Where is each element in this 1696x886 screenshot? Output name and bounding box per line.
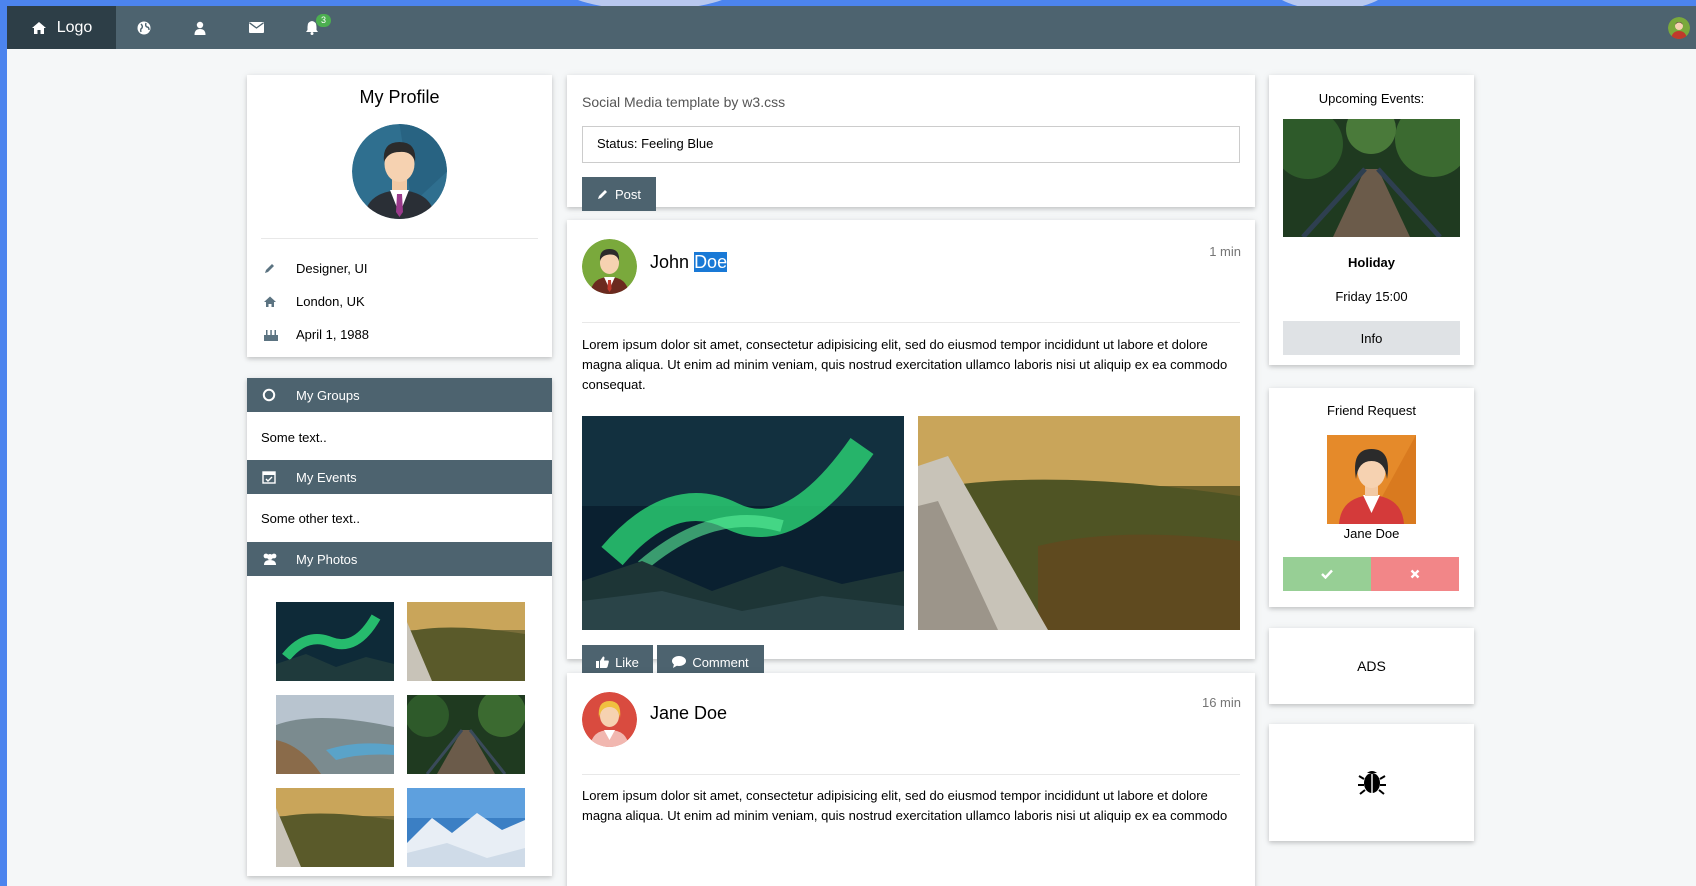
notifications-button[interactable]: 3 <box>284 6 340 49</box>
envelope-icon <box>248 22 264 33</box>
home-icon <box>264 296 276 307</box>
user-icon <box>194 21 206 35</box>
photo-thumbnail-mountain-valley-2[interactable] <box>276 788 394 867</box>
home-icon <box>31 21 46 34</box>
users-icon <box>263 553 277 565</box>
post-image-aurora[interactable] <box>582 416 904 630</box>
circle-notch-icon <box>262 388 276 402</box>
friend-request-name: Jane Doe <box>1343 526 1400 541</box>
post-image-mountains[interactable] <box>918 416 1240 630</box>
page: Logo 3 My Profile Designer, UI London, U… <box>7 6 1696 886</box>
account-avatar[interactable] <box>1668 17 1690 39</box>
pencil-icon <box>597 190 607 199</box>
comment-icon <box>672 656 687 668</box>
profile-location-row: London, UK <box>247 285 552 318</box>
post-text: Lorem ipsum dolor sit amet, consectetur … <box>582 788 1228 823</box>
post-author-name: Jane Doe <box>650 703 728 723</box>
profile-divider <box>261 238 538 239</box>
event-name: Holiday <box>1348 255 1395 270</box>
photo-thumbnail-mountain-valley[interactable] <box>407 602 525 681</box>
pencil-icon <box>265 263 274 273</box>
post-author-first: John <box>650 252 690 272</box>
my-groups-text: Some text.. <box>261 430 327 445</box>
post-button[interactable]: Post <box>582 177 656 211</box>
post-card: John Doe 1 min Lorem ipsum dolor sit ame… <box>567 220 1255 679</box>
event-image <box>1283 119 1460 237</box>
comment-button-label: Comment <box>692 654 749 670</box>
photo-thumbnail-fjord[interactable] <box>276 695 394 774</box>
account-link[interactable] <box>172 6 228 49</box>
messages-link[interactable] <box>228 6 284 49</box>
ads-label: ADS <box>1357 658 1386 674</box>
profile-birthday-row: April 1, 1988 <box>247 318 552 351</box>
news-link[interactable] <box>116 6 172 49</box>
globe-icon <box>137 21 151 34</box>
post-time: 1 min <box>1209 244 1241 259</box>
profile-job-row: Designer, UI <box>247 252 552 285</box>
post-divider <box>582 774 1240 775</box>
profile-job: Designer, UI <box>296 261 368 276</box>
event-info-button[interactable]: Info <box>1283 321 1460 355</box>
my-groups-label: My Groups <box>296 387 360 403</box>
notification-badge: 3 <box>316 14 332 27</box>
birthday-cake-icon <box>264 330 278 341</box>
accordion-card: My Groups Some text.. My Events Some oth… <box>247 378 552 876</box>
profile-location: London, UK <box>296 294 365 309</box>
check-icon <box>1321 569 1333 579</box>
bug-icon <box>1358 771 1386 795</box>
post-author-last-selected: Doe <box>694 252 728 272</box>
logo-link[interactable]: Logo <box>7 6 116 49</box>
profile-avatar <box>352 124 447 219</box>
post-button-label: Post <box>614 186 641 202</box>
accept-request-button[interactable] <box>1283 557 1371 591</box>
my-events-label: My Events <box>296 469 357 485</box>
profile-title: My Profile <box>359 87 440 107</box>
my-events-button[interactable]: My Events <box>247 460 552 494</box>
profile-card: My Profile Designer, UI London, UK April… <box>247 75 552 357</box>
top-navbar: Logo 3 <box>7 6 1696 49</box>
post-author-avatar <box>582 239 637 294</box>
ads-card: ADS <box>1269 628 1474 704</box>
photo-thumbnail-snowy-mountains[interactable] <box>407 788 525 867</box>
logo-label: Logo <box>56 18 93 36</box>
close-icon <box>1410 569 1420 579</box>
decline-request-button[interactable] <box>1371 557 1459 591</box>
my-photos-button[interactable]: My Photos <box>247 542 552 576</box>
post-author-name: John Doe <box>650 252 728 273</box>
profile-birthday: April 1, 1988 <box>296 327 369 342</box>
event-time: Friday 15:00 <box>1335 289 1408 304</box>
upcoming-events-card: Upcoming Events: Holiday Friday 15:00 In… <box>1269 75 1474 365</box>
friend-request-card: Friend Request Jane Doe <box>1269 388 1474 607</box>
post-time: 16 min <box>1201 695 1241 710</box>
my-groups-button[interactable]: My Groups <box>247 378 552 412</box>
thumbs-up-icon <box>596 656 609 668</box>
photo-thumbnail-forest-bridge[interactable] <box>407 695 525 774</box>
my-events-text: Some other text.. <box>261 511 360 526</box>
post-card: Jane Doe 16 min Lorem ipsum dolor sit am… <box>567 673 1255 886</box>
photo-thumbnail-aurora[interactable] <box>276 602 394 681</box>
like-button-label: Like <box>615 654 639 670</box>
composer-heading: Social Media template by w3.css <box>582 94 786 110</box>
composer-card: Social Media template by w3.css Status: … <box>567 75 1255 211</box>
post-divider <box>582 322 1240 323</box>
upcoming-events-title: Upcoming Events: <box>1318 91 1425 106</box>
post-text: Lorem ipsum dolor sit amet, consectetur … <box>582 337 1228 392</box>
friend-request-avatar <box>1327 435 1416 524</box>
bug-card <box>1269 724 1474 841</box>
calendar-check-icon <box>262 471 276 484</box>
friend-request-title: Friend Request <box>1327 403 1416 418</box>
my-photos-label: My Photos <box>296 551 358 567</box>
post-author-avatar <box>582 692 637 747</box>
status-input[interactable]: Status: Feeling Blue <box>582 126 1240 163</box>
